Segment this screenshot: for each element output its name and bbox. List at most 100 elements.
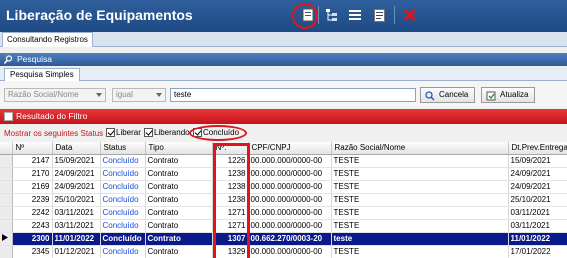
title-bar: Liberação de Equipamentos [0, 0, 567, 32]
cell-dt-prev-entrega: 11/01/2022 [508, 232, 567, 246]
field-select-value: Razão Social/Nome [8, 90, 79, 99]
cell-dt-prev-entrega: 03/11/2021 [508, 219, 567, 233]
cell-tipo: Contrato [145, 219, 213, 233]
column-header-status[interactable]: Status [100, 142, 146, 155]
toolbar-divider [394, 6, 395, 24]
table-row[interactable]: 2242 03/11/2021 Concluído Contrato 1271 00.00… [0, 206, 567, 220]
cell-data: 03/11/2021 [52, 206, 101, 220]
cell-dt-prev-entrega: 24/09/2021 [508, 180, 567, 194]
cell-cpf-cnpj: 00.000.000/0000-00 [248, 180, 332, 194]
cell-cpf-cnpj: 00.000.000/0000-00 [248, 193, 332, 207]
cell-razao-social: TESTE [331, 219, 509, 233]
column-header-cpf-cnpj[interactable]: CPF/CNPJ [248, 142, 332, 155]
cell-tipo: Contrato [145, 206, 213, 220]
search-tab-strip: Pesquisa Simples [0, 67, 567, 81]
cell-tipo: Contrato [145, 167, 213, 181]
cell-cpf-cnpj: 00.000.000/0000-00 [248, 219, 332, 233]
row-pointer-icon [2, 234, 8, 241]
row-indicator[interactable] [0, 245, 13, 258]
cell-status: Concluído [100, 219, 146, 233]
cell-numero: 2345 [12, 245, 53, 258]
cell-numero: 2169 [12, 180, 53, 194]
checkbox-checked-icon [144, 128, 153, 137]
search-input[interactable]: teste [170, 88, 416, 102]
search-section-header: Pesquisa [0, 53, 567, 66]
cell-numero: 2300 [12, 232, 53, 246]
cell-tipo: Contrato [145, 154, 213, 168]
cell-cpf-cnpj: 00.000.000/0000-00 [248, 167, 332, 181]
chevron-down-icon [96, 93, 102, 97]
refresh-icon [486, 91, 496, 101]
column-header-razao-social[interactable]: Razão Social/Nome [331, 142, 509, 155]
cell-status: Concluído [100, 206, 146, 220]
close-icon[interactable] [398, 4, 422, 26]
cell-cpf-cnpj: 00.000.000/0000-00 [248, 154, 332, 168]
update-button-label: Atualiza [500, 90, 529, 99]
highlight-rectangle [213, 143, 250, 258]
row-indicator[interactable] [0, 232, 13, 246]
cell-numero: 2243 [12, 219, 53, 233]
update-button[interactable]: Atualiza [481, 87, 535, 103]
column-header-numero[interactable]: Nº [12, 142, 53, 155]
cell-data: 24/09/2021 [52, 167, 101, 181]
cell-numero: 2242 [12, 206, 53, 220]
cell-data: 15/09/2021 [52, 154, 101, 168]
table-row[interactable]: 2239 25/10/2021 Concluído Contrato 1238 00.00… [0, 193, 567, 207]
cell-data: 11/01/2022 [52, 232, 101, 246]
cell-tipo: Contrato [145, 180, 213, 194]
cell-numero: 2239 [12, 193, 53, 207]
main-tab-strip: Consultando Registros [0, 32, 567, 47]
highlight-circle [292, 3, 318, 29]
table-header-row: Nº Data Status Tipo Nº. CPF/CNPJ Razão S… [0, 142, 567, 155]
cell-data: 24/09/2021 [52, 180, 101, 194]
row-indicator[interactable] [0, 154, 13, 168]
table-row[interactable]: 2170 24/09/2021 Concluído Contrato 1238 00.00… [0, 167, 567, 181]
highlight-circle [189, 125, 247, 141]
table-row[interactable]: 2300 11/01/2022 Concluído Contrato 1307 00.66… [0, 232, 567, 246]
cell-status: Concluído [100, 180, 146, 194]
status-checkbox-label: Liberar [116, 128, 141, 137]
tab-pesquisa-simples[interactable]: Pesquisa Simples [4, 68, 80, 81]
cell-cpf-cnpj: 00.000.000/0000-00 [248, 206, 332, 220]
table-row[interactable]: 2169 24/09/2021 Concluído Contrato 1238 00.00… [0, 180, 567, 194]
row-indicator[interactable] [0, 193, 13, 207]
cell-status: Concluído [100, 232, 146, 246]
column-header-dt-prev-entrega[interactable]: Dt.Prev.Entrega [508, 142, 567, 155]
list-icon [4, 112, 13, 121]
cell-numero: 2147 [12, 154, 53, 168]
status-checkbox-liberando[interactable]: Liberando [144, 128, 190, 137]
table-row[interactable]: 2147 15/09/2021 Concluído Contrato 1226 00.00… [0, 154, 567, 168]
search-icon [425, 91, 435, 101]
search-section-title: Pesquisa [17, 54, 52, 64]
row-indicator[interactable] [0, 219, 13, 233]
row-indicator[interactable] [0, 167, 13, 181]
cell-razao-social: TESTE [331, 180, 509, 194]
cell-razao-social: TESTE [331, 193, 509, 207]
report-icon[interactable] [367, 4, 391, 26]
cancel-button[interactable]: Cancela [420, 87, 475, 103]
results-table: Nº Data Status Tipo Nº. CPF/CNPJ Razão S… [0, 142, 567, 258]
table-row[interactable]: 2243 03/11/2021 Concluído Contrato 1271 00.00… [0, 219, 567, 233]
cell-tipo: Contrato [145, 232, 213, 246]
status-filter-label: Mostrar os seguintes Status : [4, 129, 108, 138]
row-indicator[interactable] [0, 206, 13, 220]
result-section-title: Resultado do Filtro [16, 111, 88, 121]
column-header-data[interactable]: Data [52, 142, 101, 155]
operator-select[interactable]: igual [112, 88, 166, 102]
table-row[interactable]: 2345 01/12/2021 Concluído Contrato 1329 00.00… [0, 245, 567, 258]
field-select[interactable]: Razão Social/Nome [4, 88, 106, 102]
cell-numero: 2170 [12, 167, 53, 181]
tree-icon[interactable] [320, 4, 344, 26]
cell-status: Concluído [100, 193, 146, 207]
cell-razao-social: teste [331, 232, 509, 246]
tab-consultando-registros[interactable]: Consultando Registros [2, 32, 93, 47]
cell-razao-social: TESTE [331, 167, 509, 181]
cell-tipo: Contrato [145, 193, 213, 207]
cancel-button-label: Cancela [439, 90, 469, 99]
result-section-header: Resultado do Filtro [0, 109, 567, 124]
column-header-tipo[interactable]: Tipo [145, 142, 213, 155]
row-indicator[interactable] [0, 180, 13, 194]
menu-icon[interactable] [343, 4, 367, 26]
status-checkbox-liberar[interactable]: Liberar [106, 128, 141, 137]
cell-razao-social: TESTE [331, 245, 509, 258]
